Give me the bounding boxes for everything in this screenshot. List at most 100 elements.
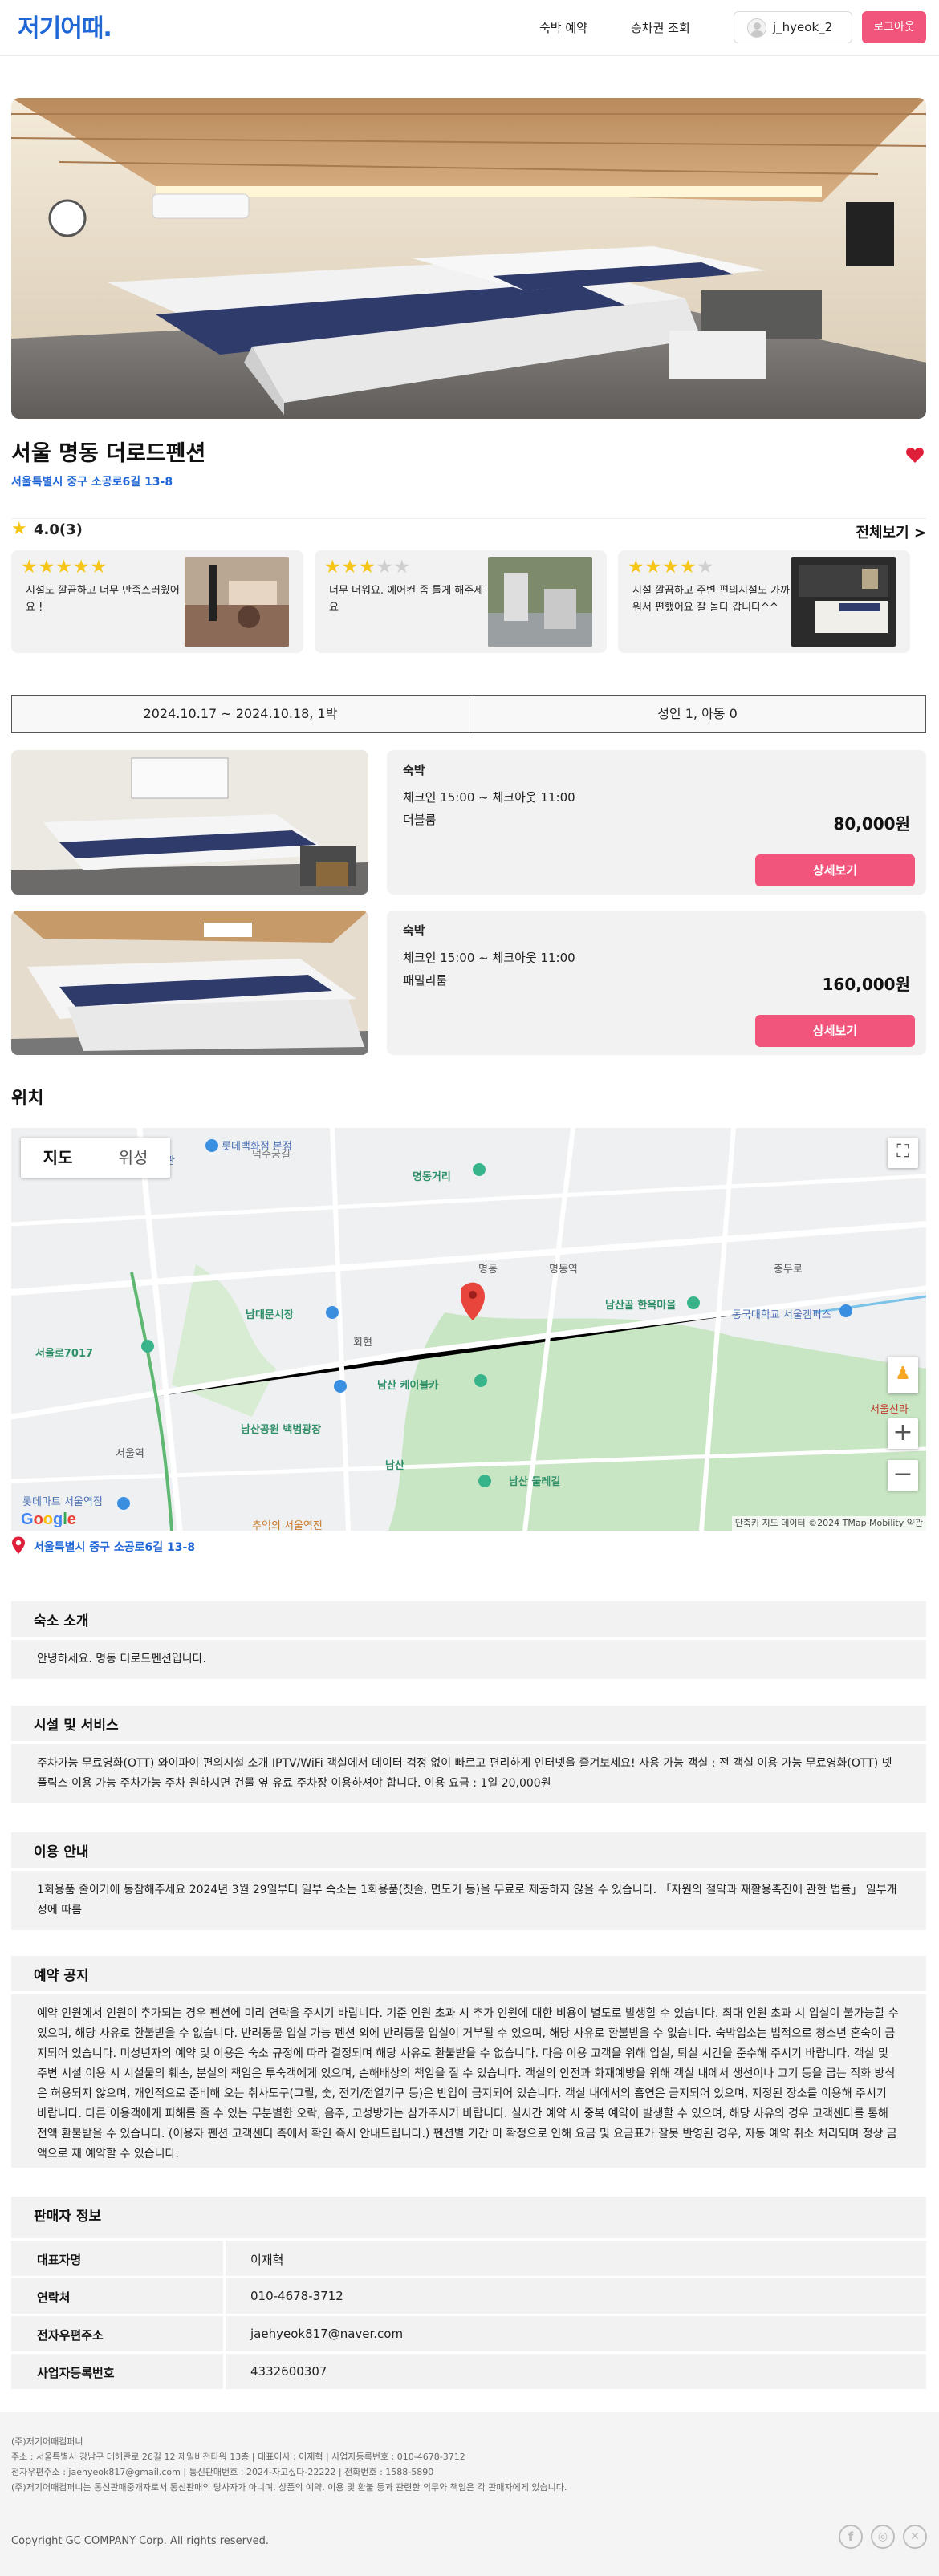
divider (223, 2354, 226, 2389)
user-profile-button[interactable]: j_hyeok_2 (734, 11, 852, 43)
property-main-photo[interactable] (11, 98, 926, 419)
map-label-lotte-mart: 롯데마트 서울역점 (22, 1496, 103, 1508)
guest-count-selector[interactable]: 성인 1, 아동 0 (470, 696, 925, 732)
review-stars: ★★★★★ (21, 557, 108, 578)
section-body: 안녕하세요. 명동 더로드펜션입니다. (11, 1637, 926, 1679)
seller-field-value: 010-4678-3712 (250, 2289, 343, 2303)
x-icon[interactable]: ✕ (903, 2525, 927, 2549)
room-name: 더블룸 (403, 813, 437, 827)
section-title: 이용 안내 (34, 1844, 89, 1860)
room-stay-type: 숙박 (403, 923, 425, 938)
section-body: 1회용품 줄이기에 동참해주세요 2024년 3월 29일부터 일부 숙소는 1… (11, 1868, 926, 1930)
room-check-times: 체크인 15:00 ~ 체크아웃 11:00 (403, 951, 575, 965)
booking-search-bar: 2024.10.17 ~ 2024.10.18, 1박 성인 1, 아동 0 (11, 695, 926, 733)
review-stars: ★★★★★ (628, 557, 715, 578)
property-name: 서울 명동 더로드펜션 (11, 441, 206, 466)
seller-info-header: 판매자 정보 (11, 2197, 926, 2238)
seller-field-value: 이재혁 (250, 2253, 284, 2267)
logo[interactable]: 저기어때. (18, 8, 112, 43)
avatar-icon (747, 18, 766, 38)
section-facilities: 시설 및 서비스 주차가능 무료영화(OTT) 와이파이 편의시설 소개 IPT… (11, 1706, 926, 1803)
section-title: 숙소 소개 (34, 1613, 89, 1629)
room-detail-button[interactable]: 상세보기 (755, 1015, 915, 1047)
map-label-myeongdong-station: 명동역 (549, 1264, 578, 1276)
review-card[interactable]: ★★★★★ 시설 깔끔하고 주변 편의시설도 가까워서 편했어요 잘 놀다 갑니… (618, 550, 910, 653)
room-photo[interactable] (11, 750, 368, 895)
zoom-in-icon[interactable]: + (888, 1418, 918, 1449)
map-label-deoksugung: 덕수궁길 (252, 1149, 291, 1161)
review-text: 너무 더워요. 에어컨 좀 틀게 해주세요 (329, 585, 484, 614)
room-check-times: 체크인 15:00 ~ 체크아웃 11:00 (403, 790, 575, 805)
map-tab-satellite[interactable]: 위성 (96, 1138, 170, 1178)
room-name: 패밀리룸 (403, 973, 448, 988)
seller-field-label: 연락처 (37, 2290, 71, 2305)
map-label-dulle: 남산 둘레길 (509, 1476, 561, 1488)
section-booking-notice: 예약 공지 예약 인원에서 인원이 추가되는 경우 펜션에 미리 연락을 주시기… (11, 1956, 926, 2168)
seller-field-value: jaehyeok817@naver.com (250, 2327, 404, 2341)
room-photo[interactable] (11, 911, 368, 1055)
seller-row: 사업자등록번호 4332600307 (11, 2351, 926, 2389)
divider (223, 2316, 226, 2351)
street-view-icon[interactable]: ♟ (888, 1357, 918, 1393)
location-pin-icon (12, 1536, 25, 1554)
section-body: 예약 인원에서 인원이 추가되는 경우 펜션에 미리 연락을 주시기 바랍니다.… (11, 1991, 926, 2168)
google-logo: Google (21, 1511, 76, 1528)
map-label-chungmuro: 충무로 (774, 1264, 803, 1276)
map-address: 서울특별시 중구 소공로6길 13-8 (34, 1541, 196, 1554)
section-title: 시설 및 서비스 (34, 1718, 119, 1734)
review-card[interactable]: ★★★★★ 너무 더워요. 에어컨 좀 틀게 해주세요 (315, 550, 607, 653)
seller-field-label: 사업자등록번호 (37, 2366, 115, 2380)
review-text: 시설 깔끔하고 주변 편의시설도 가까워서 편했어요 잘 놀다 갑니다^^ (632, 585, 790, 614)
seller-field-label: 전자우편주소 (37, 2328, 104, 2343)
room-price: 80,000원 (833, 814, 910, 834)
map-type-toggle: 지도 위성 (21, 1138, 170, 1178)
rating-summary: ★ 4.0(3) 전체보기 > (11, 518, 926, 542)
review-text: 시설도 깔끔하고 너무 만족스러웠어요 ! (26, 585, 180, 614)
map-label-hoehyeon: 회현 (353, 1337, 372, 1349)
footer-line: 전자우편주소 : jaehyeok817@gmail.com | 통신판매번호 … (11, 2467, 434, 2477)
see-all-reviews-link[interactable]: 전체보기 > (856, 521, 926, 542)
room-stay-type: 숙박 (403, 763, 425, 777)
map-label-namdaemun: 남대문시장 (246, 1309, 294, 1321)
map-tab-map[interactable]: 지도 (21, 1138, 95, 1178)
star-icon: ★ (11, 519, 27, 539)
map-label-baekbeom: 남산공원 백범광장 (241, 1424, 322, 1436)
top-navigation-bar: 저기어때. 숙박 예약 승차권 조회 j_hyeok_2 로그아웃 (0, 0, 939, 56)
room-detail-button[interactable]: 상세보기 (755, 854, 915, 886)
section-body: 주차가능 무료영화(OTT) 와이파이 편의시설 소개 IPTV/WiFi 객실… (11, 1741, 926, 1803)
zoom-out-icon[interactable]: − (888, 1460, 918, 1491)
review-photo (185, 557, 289, 647)
map-label-chueo: 추억의 서울역전 (252, 1520, 323, 1531)
seller-row: 전자우편주소 jaehyeok817@naver.com (11, 2314, 926, 2351)
map-label-seoul-shilla: 서울신라 (870, 1404, 909, 1416)
review-card[interactable]: ★★★★★ 시설도 깔끔하고 너무 만족스러웠어요 ! (11, 550, 303, 653)
footer-company: (주)저기어때컴퍼니 (11, 2436, 83, 2447)
section-title: 판매자 정보 (34, 2209, 102, 2225)
instagram-icon[interactable]: ◎ (871, 2525, 895, 2549)
rating-score: 4.0(3) (34, 521, 83, 538)
nav-ticket-lookup[interactable]: 승차권 조회 (631, 19, 690, 36)
footer-line: (주)저기어때컴퍼니는 통신판매중개자로서 통신판매의 당사자가 아니며, 상품… (11, 2482, 567, 2493)
footer-line: 주소 : 서울특별시 강남구 테헤란로 26길 12 제일비전타워 13층 | … (11, 2452, 465, 2462)
fullscreen-icon[interactable]: ⛶ (888, 1138, 918, 1168)
location-map[interactable]: 롯데백화점 본점 명동거리 명동 남산골 한옥마을 동국대학교 서울캠퍼스 남대… (11, 1128, 926, 1531)
date-range-selector[interactable]: 2024.10.17 ~ 2024.10.18, 1박 (12, 696, 469, 732)
seller-row: 연락처 010-4678-3712 (11, 2276, 926, 2314)
nav-accommodation-booking[interactable]: 숙박 예약 (539, 19, 587, 36)
map-label-myeongdong-street: 명동거리 (413, 1171, 451, 1183)
divider (223, 2278, 226, 2314)
facebook-icon[interactable]: f (839, 2525, 863, 2549)
map-attribution[interactable]: 단축키 지도 데이터 ©2024 TMap Mobility 약관 (731, 1516, 926, 1531)
map-label-seoul-station: 서울역 (116, 1448, 144, 1460)
logout-button[interactable]: 로그아웃 (862, 11, 926, 43)
seller-row: 대표자명 이재혁 (11, 2238, 926, 2276)
map-label-cablecar: 남산 케이블카 (377, 1380, 439, 1392)
review-photo (488, 557, 592, 647)
map-label-namsan: 남산 (385, 1460, 404, 1472)
room-price: 160,000원 (822, 975, 911, 994)
divider (223, 2241, 226, 2276)
seller-field-value: 4332600307 (250, 2364, 327, 2379)
map-label-namsangol: 남산골 한옥마을 (605, 1300, 677, 1312)
heart-icon[interactable] (905, 446, 925, 464)
room-card: 숙박 체크인 15:00 ~ 체크아웃 11:00 패밀리룸 160,000원 … (387, 911, 926, 1055)
